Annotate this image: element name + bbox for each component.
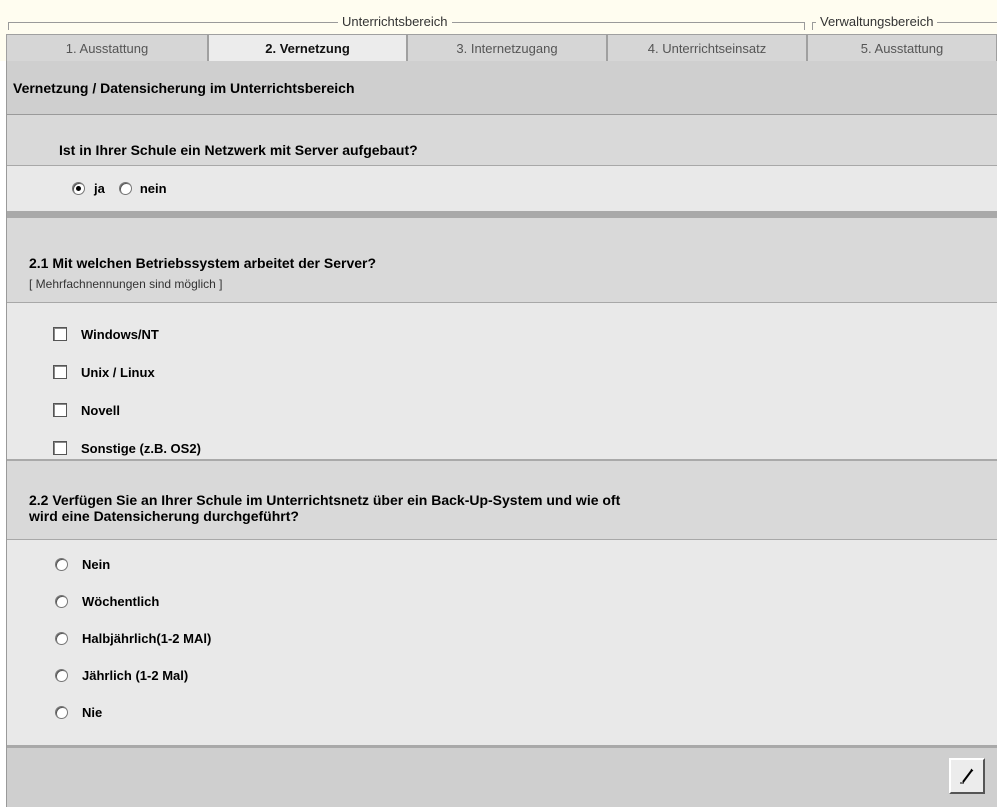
radio-halbjaehrlich-button[interactable]: [55, 632, 68, 645]
checkbox-unix-label: Unix / Linux: [81, 364, 155, 380]
radio-option-nein-backup[interactable]: Nein: [55, 546, 997, 583]
radio-halbjaehrlich-label: Halbjährlich(1-2 MAl): [82, 631, 212, 646]
checkbox-sonstige[interactable]: [53, 441, 67, 455]
radio-nie-button[interactable]: [55, 706, 68, 719]
radio-nie-label: Nie: [82, 705, 103, 720]
radio-jaehrlich-label: Jährlich (1-2 Mal): [82, 668, 189, 683]
tab-ausstattung-verwaltung[interactable]: 5. Ausstattung: [807, 34, 997, 61]
checkbox-sonstige-label: Sonstige (z.B. OS2): [81, 440, 201, 456]
group-label-administration: Verwaltungsbereich: [816, 14, 938, 29]
question-os-text: 2.1 Mit welchen Betriebssystem arbeitet …: [29, 255, 377, 271]
radio-option-ja[interactable]: ja: [72, 181, 105, 196]
checkbox-windows[interactable]: [53, 327, 67, 341]
radio-jaehrlich-button[interactable]: [55, 669, 68, 682]
radio-nein-label: nein: [139, 181, 167, 196]
page-title: Vernetzung / Datensicherung im Unterrich…: [7, 61, 997, 115]
question-network-header: Ist in Ihrer Schule ein Netzwerk mit Ser…: [7, 115, 997, 166]
question-os-hint: [ Mehrfachnennungen sind möglich ]: [29, 277, 223, 291]
section-divider: [7, 211, 997, 218]
radio-option-nie[interactable]: Nie: [55, 694, 997, 731]
question-backup-answers: Nein Wöchentlich Halbjährlich(1-2 MAl) J…: [7, 540, 997, 730]
checkbox-option-windows[interactable]: Windows/NT: [53, 315, 997, 353]
tab-ausstattung-unterricht[interactable]: 1. Ausstattung: [6, 34, 208, 61]
pencil-icon: [960, 768, 974, 784]
checkbox-windows-label: Windows/NT: [81, 326, 159, 342]
radio-woechentlich-button[interactable]: [55, 595, 68, 608]
radio-option-halbjaehrlich[interactable]: Halbjährlich(1-2 MAl): [55, 620, 997, 657]
radio-nein-button[interactable]: [118, 182, 132, 195]
group-divider: [8, 22, 9, 30]
checkbox-unix[interactable]: [53, 365, 67, 379]
radio-backup-nein-label: Nein: [82, 557, 111, 572]
checkbox-option-novell[interactable]: Novell: [53, 391, 997, 429]
question-network-text: Ist in Ihrer Schule ein Netzwerk mit Ser…: [59, 142, 418, 158]
radio-woechentlich-label: Wöchentlich: [82, 594, 160, 609]
question-backup-text-line2: wird eine Datensicherung durchgeführt?: [29, 508, 299, 524]
radio-ja-button[interactable]: [72, 182, 85, 195]
group-divider: [812, 22, 813, 30]
checkbox-option-unix[interactable]: Unix / Linux: [53, 353, 997, 391]
question-os-answers: Windows/NT Unix / Linux Novell Sonstige …: [7, 303, 997, 459]
radio-backup-nein-button[interactable]: [55, 558, 68, 571]
edit-button[interactable]: [949, 758, 985, 794]
checkbox-novell[interactable]: [53, 403, 67, 417]
form-panel: Vernetzung / Datensicherung im Unterrich…: [6, 61, 997, 807]
checkbox-novell-label: Novell: [81, 402, 121, 418]
tab-unterrichtseinsatz[interactable]: 4. Unterrichtseinsatz: [607, 34, 807, 61]
question-network-answers: ja nein: [7, 166, 997, 211]
tab-bar: 1. Ausstattung 2. Vernetzung 3. Internet…: [0, 34, 997, 61]
tab-internetzugang[interactable]: 3. Internetzugang: [407, 34, 607, 61]
group-divider: [804, 22, 805, 30]
radio-ja-label: ja: [94, 181, 105, 196]
radio-option-jaehrlich[interactable]: Jährlich (1-2 Mal): [55, 657, 997, 694]
question-backup-header: 2.2 Verfügen Sie an Ihrer Schule im Unte…: [7, 461, 997, 540]
radio-option-nein[interactable]: nein: [118, 181, 167, 196]
tab-group-header: Unterrichtsbereich Verwaltungsbereich: [0, 0, 997, 34]
group-label-teaching: Unterrichtsbereich: [338, 14, 452, 29]
radio-option-woechentlich[interactable]: Wöchentlich: [55, 583, 997, 620]
question-backup-text-line1: 2.2 Verfügen Sie an Ihrer Schule im Unte…: [29, 492, 621, 508]
form-footer: [7, 745, 997, 807]
question-os-header: 2.1 Mit welchen Betriebssystem arbeitet …: [7, 218, 997, 303]
tab-vernetzung[interactable]: 2. Vernetzung: [208, 34, 407, 61]
